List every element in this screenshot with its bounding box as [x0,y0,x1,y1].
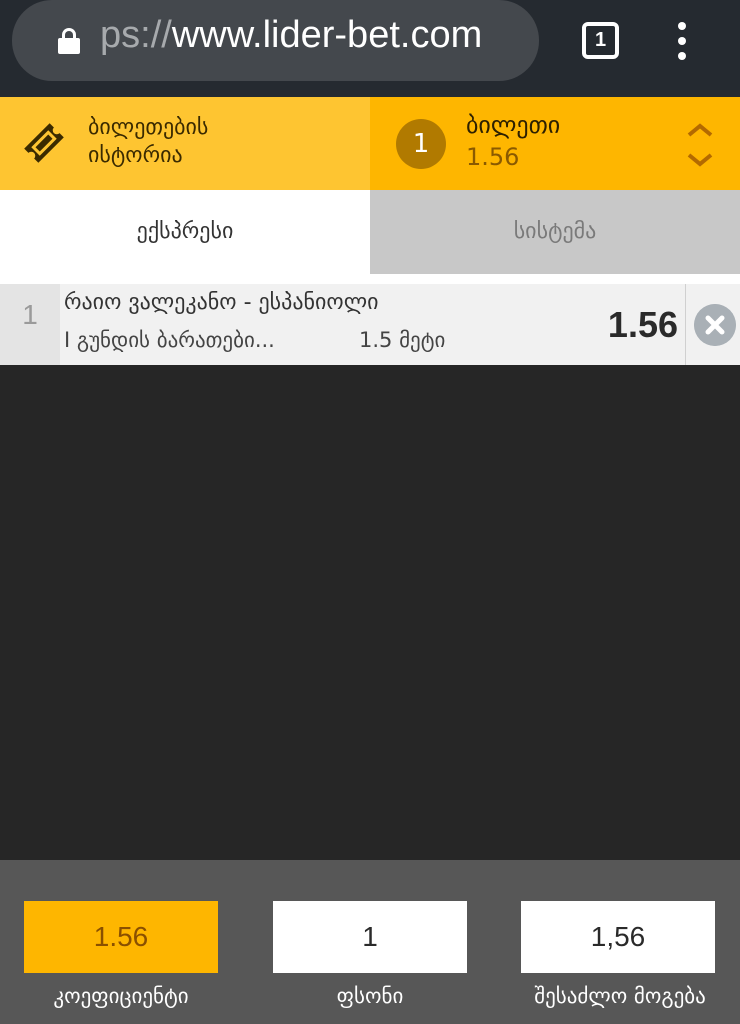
bet-market: I გუნდის ბარათები... [64,328,275,352]
bet-match-name: რაიო ვალეკანო - ესპანიოლი [64,290,379,315]
close-icon[interactable] [694,304,736,346]
coefficient-field: 1.56 [24,901,218,973]
lock-icon [58,28,80,54]
tabs-icon[interactable]: 1 [582,22,619,59]
browser-toolbar: ps://www.lider-bet.com 1 [0,0,740,97]
address-bar[interactable]: ps://www.lider-bet.com [12,0,539,81]
bet-odds: 1.56 [607,304,678,345]
tab-divider [0,274,740,284]
coefficient-label: კოეფიციენტი [53,984,189,1008]
bet-row: 1 რაიო ვალეკანო - ესპანიოლი I გუნდის ბარ… [0,284,740,365]
ticket-count-badge: 1 [396,119,446,169]
bet-index: 1 [0,284,60,365]
tab-express[interactable]: ექსპრესი [0,190,370,274]
stake-input[interactable]: 1 [273,901,467,973]
bet-footer: 1.56 1 1,56 კოეფიციენტი ფსონი შესაძლო მო… [0,860,740,1024]
remove-bet-cell [685,284,740,365]
ticket-history-button[interactable]: ბილეთების ისტორია [0,97,370,190]
tab-system[interactable]: სისტემა [370,190,740,274]
ticket-icon [24,123,64,163]
possible-win-field: 1,56 [521,901,715,973]
expand-collapse-icon[interactable] [685,121,715,169]
ticket-summary[interactable]: 1 ბილეთი 1.56 [370,97,740,190]
ticket-title: ბილეთი [466,111,561,139]
ticket-total-odds: 1.56 [466,143,520,171]
possible-win-label: შესაძლო მოგება [534,984,706,1008]
bet-selection: 1.5 მეტი [359,328,446,352]
url-text[interactable]: ps://www.lider-bet.com [100,14,482,57]
ticket-history-label: ბილეთების ისტორია [88,115,209,168]
menu-icon[interactable] [664,20,700,62]
stake-label: ფსონი [336,984,404,1008]
